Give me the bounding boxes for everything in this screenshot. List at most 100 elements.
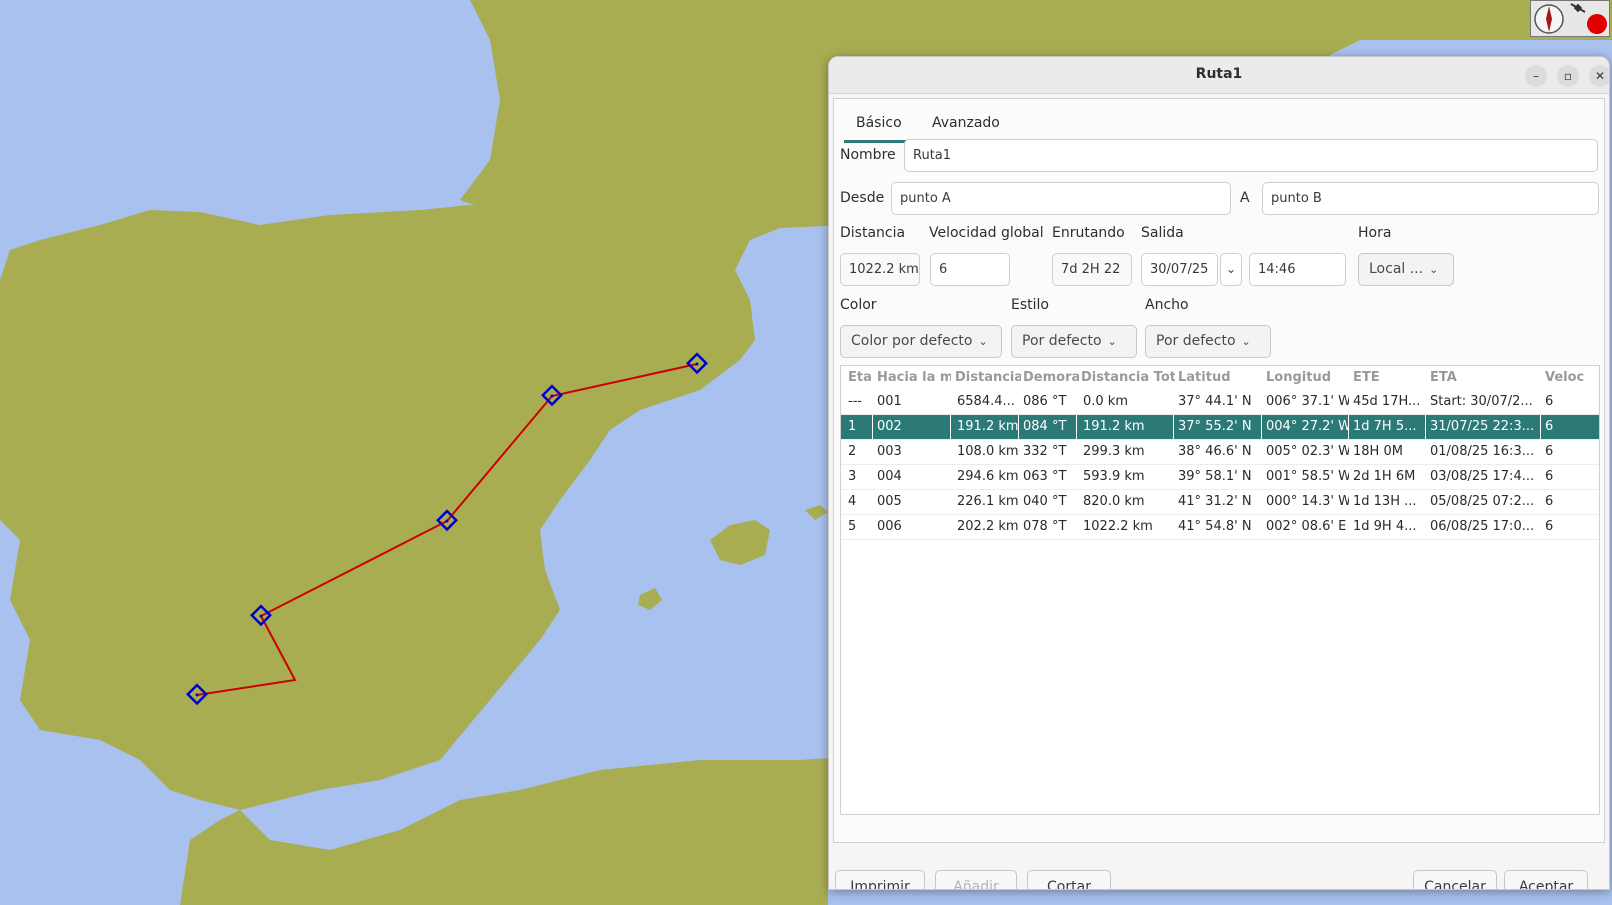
color-label: Color [840,297,877,313]
table-cell: 05/08/25 07:2... [1430,494,1535,509]
table-cell: 006 [877,519,902,534]
departure-label: Salida [1141,225,1184,241]
table-row[interactable]: 5 006 202.2 km 078 °T 1022.2 km 41° 54.8' N 00… [841,515,1599,540]
table-cell: 6 [1545,494,1554,509]
table-cell: 1 [844,415,873,439]
table-cell: 191.2 km [1077,415,1174,439]
add-button[interactable]: Añadir [935,870,1017,889]
minimize-icon[interactable]: – [1525,65,1547,87]
hour-dropdown[interactable]: Local ... ⌄ [1358,253,1454,286]
compass-icon[interactable] [1534,4,1564,34]
color-dropdown[interactable]: Color por defecto ⌄ [840,325,1002,358]
column-header[interactable]: Veloc [1541,366,1599,390]
departure-time-input[interactable]: 14:46 [1249,253,1346,286]
cancel-button[interactable]: Cancelar [1413,870,1497,889]
table-cell: 332 °T [1023,444,1067,459]
table-cell: 226.1 km [957,494,1019,509]
accept-button[interactable]: Aceptar [1504,870,1588,889]
table-cell: 003 [877,444,902,459]
table-cell: 6 [1545,444,1554,459]
status-widgets [1530,0,1610,37]
routing-field: 7d 2H 22 [1052,253,1132,286]
table-cell: 38° 46.6' N [1178,444,1252,459]
from-input[interactable]: punto A [891,182,1231,215]
column-header[interactable]: Demora [1019,366,1079,390]
table-cell: 820.0 km [1083,494,1145,509]
column-header[interactable]: ETA [1426,366,1542,390]
table-cell: 06/08/25 17:0... [1430,519,1535,534]
column-header[interactable]: Distancia [951,366,1021,390]
table-row[interactable]: 1 002 191.2 km 084 °T 191.2 km 37° 55.2' N 004… [841,415,1599,440]
table-header: Eta Hacia la ma Distancia Demora Distanc… [841,366,1599,390]
maximize-icon[interactable]: ▫ [1557,65,1579,87]
table-cell: 191.2 km [951,415,1019,439]
table-cell: 6 [1541,415,1599,439]
tab-avanzado[interactable]: Avanzado [920,107,1012,143]
table-cell: 39° 58.1' N [1178,469,1252,484]
route-properties-dialog: Ruta1 – ▫ ✕ Básico Avanzado Nombre Ruta1… [828,56,1610,890]
column-header[interactable]: Hacia la ma [873,366,951,390]
table-cell: 005 [877,494,902,509]
table-cell: 593.9 km [1083,469,1145,484]
dialog-content: Básico Avanzado Nombre Ruta1 Desde punto… [833,98,1605,843]
table-cell: 299.3 km [1083,444,1145,459]
dialog-titlebar[interactable]: Ruta1 – ▫ ✕ [829,57,1609,94]
table-cell: 001 [877,394,902,409]
table-cell: 5 [848,519,857,534]
table-row[interactable]: 3 004 294.6 km 063 °T 593.9 km 39° 58.1' N 001… [841,465,1599,490]
style-dropdown-value: Por defecto [1022,333,1102,349]
table-cell: 6 [1545,469,1554,484]
column-header[interactable]: Latitud [1174,366,1262,390]
table-cell: 001° 58.5' W [1266,469,1349,484]
table-cell: 084 °T [1019,415,1077,439]
table-cell: 37° 55.2' N [1174,415,1262,439]
table-cell: 01/08/25 16:3... [1430,444,1535,459]
departure-date-input[interactable]: 30/07/25 [1141,253,1218,286]
to-input[interactable]: punto B [1262,182,1599,215]
table-cell: 6 [1545,394,1554,409]
close-icon[interactable]: ✕ [1589,65,1609,87]
satellite-status-icon[interactable] [1570,3,1607,34]
table-cell: 063 °T [1023,469,1067,484]
color-dropdown-value: Color por defecto [851,333,973,349]
width-dropdown[interactable]: Por defecto ⌄ [1145,325,1271,358]
column-header[interactable]: Eta [844,366,874,390]
table-row[interactable]: 2 003 108.0 km 332 °T 299.3 km 38° 46.6' N 005… [841,440,1599,465]
name-label: Nombre [840,147,896,163]
style-dropdown[interactable]: Por defecto ⌄ [1011,325,1137,358]
table-row[interactable]: --- 001 6584.4... 086 °T 0.0 km 37° 44.1' N 00… [841,390,1599,415]
table-cell: 3 [848,469,857,484]
distance-label: Distancia [840,225,906,241]
date-picker-button[interactable]: ⌄ [1220,253,1242,286]
table-cell: 002 [873,415,951,439]
table-cell: 18H 0M [1353,444,1403,459]
table-cell: 086 °T [1023,394,1067,409]
cut-button[interactable]: Cortar [1027,870,1111,889]
table-row[interactable]: 4 005 226.1 km 040 °T 820.0 km 41° 31.2' N 000… [841,490,1599,515]
style-label: Estilo [1011,297,1049,313]
table-cell: 294.6 km [957,469,1019,484]
tab-basico[interactable]: Básico [844,107,914,143]
table-cell: 1d 7H 5... [1349,415,1426,439]
chevron-down-icon: ⌄ [978,335,988,348]
table-cell: 41° 31.2' N [1178,494,1252,509]
table-cell: 040 °T [1023,494,1067,509]
column-header[interactable]: Distancia Tota [1077,366,1175,390]
column-header[interactable]: ETE [1349,366,1427,390]
print-button[interactable]: Imprimir [835,870,925,889]
table-cell: 6584.4... [957,394,1015,409]
chevron-down-icon: ⌄ [1107,335,1117,348]
speed-label: Velocidad global [929,225,1044,241]
table-cell: 006° 37.1' W [1266,394,1349,409]
table-cell: 45d 17H... [1353,394,1421,409]
table-cell: 004 [877,469,902,484]
from-label: Desde [840,190,885,206]
name-input[interactable]: Ruta1 [904,139,1598,172]
dialog-title: Ruta1 [1195,66,1243,82]
table-cell: 005° 02.3' W [1266,444,1349,459]
to-label: A [1240,190,1250,206]
speed-input[interactable]: 6 [930,253,1010,286]
waypoints-table[interactable]: Eta Hacia la ma Distancia Demora Distanc… [840,365,1600,815]
table-cell: 1d 9H 4... [1353,519,1417,534]
column-header[interactable]: Longitud [1262,366,1350,390]
